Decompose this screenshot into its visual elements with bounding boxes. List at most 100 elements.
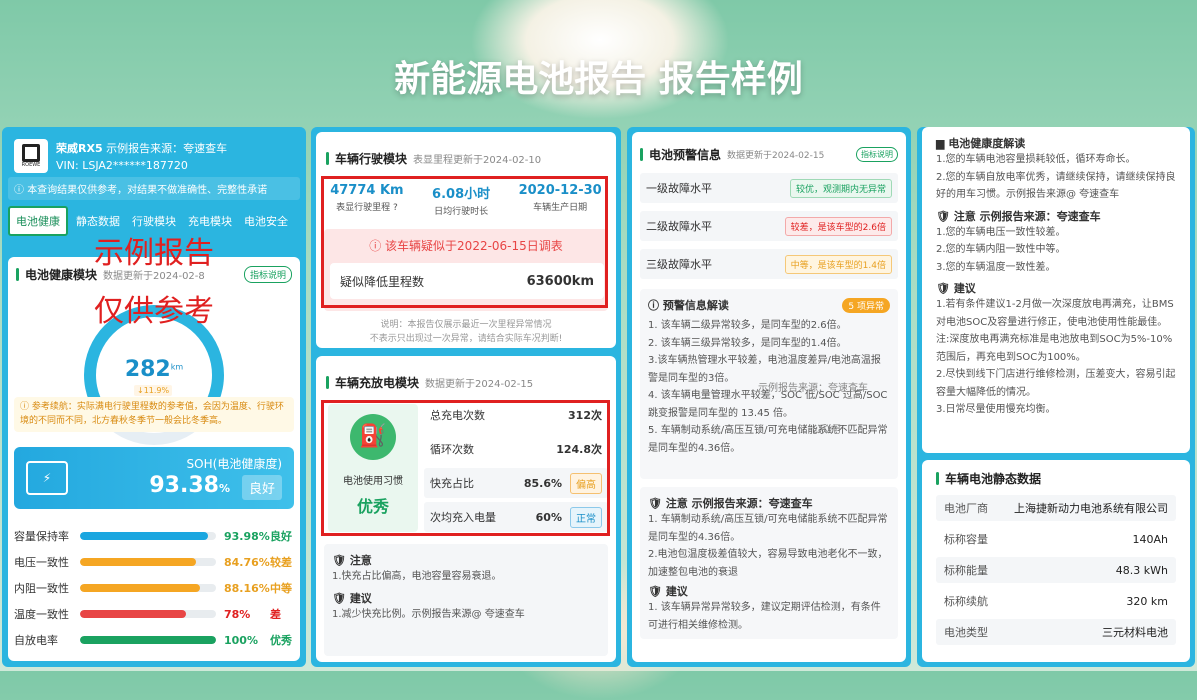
- soh-value: 93.38: [149, 473, 219, 498]
- metric-label: 电压一致性: [14, 556, 69, 569]
- static-label: 标称能量: [944, 564, 988, 577]
- metric-row: 内阻一致性 88.16% 中等: [14, 575, 298, 601]
- metric-row: 容量保持率 93.98% 良好: [14, 523, 298, 549]
- list-item: 1. 该车辆二级异常较多，是同车型的2.6倍。: [648, 320, 847, 331]
- warning-level-label: 三级故障水平: [646, 258, 712, 271]
- warning-title: 电池预警信息 数据更新于2024-02-15 指标说明: [632, 132, 906, 163]
- warning-icon: ⓘ: [20, 402, 30, 412]
- list-item: 1.您的车辆电压一致性较差。: [936, 226, 1066, 238]
- metric-grade: 差: [270, 608, 281, 621]
- warning-card: 电池预警信息 数据更新于2024-02-15 指标说明 一级故障水平 较优，观测期…: [632, 132, 906, 662]
- warning-level-label: 一级故障水平: [646, 182, 712, 195]
- static-title: 车辆电池静态数据: [936, 470, 1176, 487]
- warning-info-button[interactable]: 指标说明: [856, 147, 898, 162]
- warning-level-tag: 较差，是该车型的2.6倍: [784, 216, 892, 236]
- health-interp-list: 1.您的车辆电池容量损耗较低，循环寿命长。 2.您的车辆自放电率优秀，请继续保持，…: [936, 151, 1176, 204]
- list-item: 注:深度放电再满充标准是电池放电到SOC为5%-10%范围后，再充电到SOC为1…: [936, 334, 1173, 363]
- metric-value: 88.16%: [224, 581, 270, 595]
- metric-value: 93.98%: [224, 529, 270, 543]
- metric-grade: 良好: [270, 530, 292, 543]
- charging-title: 车辆充放电模块 数据更新于2024-02-15: [316, 356, 616, 391]
- list-item: 2.您的车辆自放电率优秀，请继续保持，请继续保持良好的用车习惯。示例报告来源@ …: [936, 171, 1176, 201]
- static-value: 320 km: [1126, 594, 1168, 608]
- health-advice-list: 1.若有条件建议1-2月做一次深度放电再满充，让BMS对电池SOC及容量进行修正…: [936, 296, 1176, 419]
- list-item: 2.电池包温度极差值较大，容易导致电池老化不一致，加速整包电池的衰退: [648, 549, 888, 578]
- driving-note: 说明：本报告仅展示最近一次里程异常情况 不表示只出现过一次异常，请结合实际车况判…: [369, 320, 563, 344]
- shield-icon: 🛡: [936, 282, 950, 295]
- indicator-info-button[interactable]: 指标说明: [243, 266, 292, 283]
- static-value: 140Ah: [1132, 532, 1169, 546]
- list-item: 1.若有条件建议1-2月做一次深度放电再满充，让BMS对电池SOC及容量进行修正…: [936, 299, 1174, 328]
- driving-title: 车辆行驶模块 表显里程更新于2024-02-10: [316, 132, 616, 167]
- list-item: 3.您的车辆温度一致性差。: [936, 261, 1056, 273]
- watermark-official: 公众号: [812, 425, 842, 436]
- watermark-reference: 仅供参考: [94, 294, 214, 329]
- gauge-value: 282: [124, 357, 171, 382]
- metric-row: 电压一致性 84.76% 较差: [14, 549, 298, 575]
- static-value: 48.3 kWh: [1115, 563, 1168, 577]
- warning-level-label: 二级故障水平: [646, 220, 712, 233]
- metric-grade: 中等: [270, 582, 292, 595]
- warning-notice-list: 1. 车辆制动系统/高压互锁/可充电储能系统不匹配异常是同车型的4.36倍。 2.…: [648, 511, 890, 581]
- column-battery-health: ROEWE 荣威RX5 示例报告来源：夸速查车 VIN: LSJA2******…: [2, 127, 306, 667]
- warning-interpretation: ⓘ 预警信息解读 5 项异常 1. 该车辆二级异常较多，是同车型的2.6倍。 2.…: [640, 289, 898, 479]
- metric-label: 温度一致性: [14, 608, 69, 621]
- car-logo: ROEWE: [14, 139, 48, 173]
- health-notice-list: 1.您的车辆电压一致性较差。 2.您的车辆内阻一致性中等。 3.您的车辆温度一致性差…: [936, 224, 1176, 277]
- shield-icon: 🛡: [648, 585, 662, 598]
- column-interpretation: ▆ 电池健康度解读 1.您的车辆电池容量损耗较低，循环寿命长。 2.您的车辆自放电…: [917, 127, 1195, 667]
- list-item: 1. 车辆制动系统/高压互锁/可充电储能系统不匹配异常是同车型的4.36倍。: [648, 514, 888, 543]
- gauge-change: ↓11.9%: [134, 385, 173, 396]
- list-item: 2.您的车辆内阻一致性中等。: [936, 244, 1066, 255]
- car-vin: LSJA2******187720: [82, 159, 188, 172]
- list-item: 1. 该车辆异常异常较多，建议定期评估检测，有条件可进行相关维修检测。: [648, 602, 881, 631]
- watermark-source: 示例报告来源：夸速查车: [758, 383, 868, 394]
- static-data-row: 电池类型 三元材料电池: [936, 619, 1176, 645]
- static-label: 标称续航: [944, 595, 988, 608]
- metric-row: 温度一致性 78% 差: [14, 601, 298, 627]
- battery-icon: ⚡: [26, 461, 68, 495]
- tab-battery-health[interactable]: 电池健康: [8, 206, 68, 236]
- shield-icon: 🛡: [648, 497, 662, 510]
- warning-levels: 一级故障水平 较优，观测期内无异常 二级故障水平 较差，是该车型的2.6倍 三级故障…: [640, 173, 898, 279]
- metric-bar: [80, 636, 216, 644]
- warning-level-row: 三级故障水平 中等，是该车型的1.4倍: [640, 249, 898, 279]
- shield-icon: 🛡: [332, 591, 346, 605]
- list-item: 5. 车辆制动系统/高压互锁/可充电储能系统不匹配异常是同车型的4.36倍。: [648, 425, 888, 454]
- metric-bar: [80, 558, 216, 566]
- list-item: 1.您的车辆电池容量损耗较低，循环寿命长。: [936, 154, 1136, 165]
- disclaimer: ⓘ 本查询结果仅供参考，对结果不做准确性、完整性承诺: [8, 177, 300, 200]
- static-data-row: 标称能量 48.3 kWh: [936, 557, 1176, 583]
- list-item: 2. 该车辆三级异常较多，是同车型的1.4倍。: [648, 337, 847, 349]
- column-driving-charging: 车辆行驶模块 表显里程更新于2024-02-10 47774 Km 表显行驶里程 …: [311, 127, 621, 667]
- static-value: 上海捷新动力电池系统有限公司: [1014, 502, 1168, 515]
- static-data-row: 标称容量 140Ah: [936, 526, 1176, 552]
- soh-panel: ⚡ SOH(电池健康度) 93.38% 良好: [14, 447, 294, 509]
- document-icon: ▆: [936, 137, 945, 150]
- metric-bar: [80, 584, 216, 592]
- static-data-row: 标称续航 320 km: [936, 588, 1176, 614]
- soh-grade: 良好: [241, 475, 282, 500]
- warning-level-row: 一级故障水平 较优，观测期内无异常: [640, 173, 898, 203]
- highlight-driving: [321, 176, 608, 308]
- metric-label: 内阻一致性: [14, 582, 69, 595]
- highlight-charging: [321, 400, 610, 536]
- shield-icon: 🛡: [332, 554, 346, 567]
- metric-value: 84.76%: [224, 555, 270, 569]
- tab-battery-safety[interactable]: 电池安全: [240, 206, 292, 236]
- page-headline: 新能源电池报告 报告样例: [394, 59, 803, 100]
- metric-grade: 优秀: [270, 634, 292, 647]
- shield-icon: 🛡: [936, 209, 950, 223]
- metric-value: 78%: [224, 607, 251, 621]
- static-value: 三元材料电池: [1102, 626, 1168, 639]
- car-source: 示例报告来源：夸速查车: [106, 142, 228, 155]
- warning-advice-list: 1. 该车辆异常异常较多，建议定期评估检测，有条件可进行相关维修检测。: [648, 599, 890, 634]
- metric-value: 100%: [224, 633, 258, 647]
- info-icon: ⓘ: [648, 299, 659, 312]
- list-item: 3.日常尽量使用慢充均衡。: [936, 404, 1056, 415]
- watermark-sample: 示例报告: [94, 236, 214, 271]
- warning-advice: 🛡 注意 示例报告来源：夸速查车 1. 车辆制动系统/高压互锁/可充电储能系统不…: [640, 487, 898, 639]
- soh-label: SOH(电池健康度): [186, 457, 282, 471]
- static-label: 电池厂商: [944, 502, 988, 515]
- metric-label: 容量保持率: [14, 530, 69, 543]
